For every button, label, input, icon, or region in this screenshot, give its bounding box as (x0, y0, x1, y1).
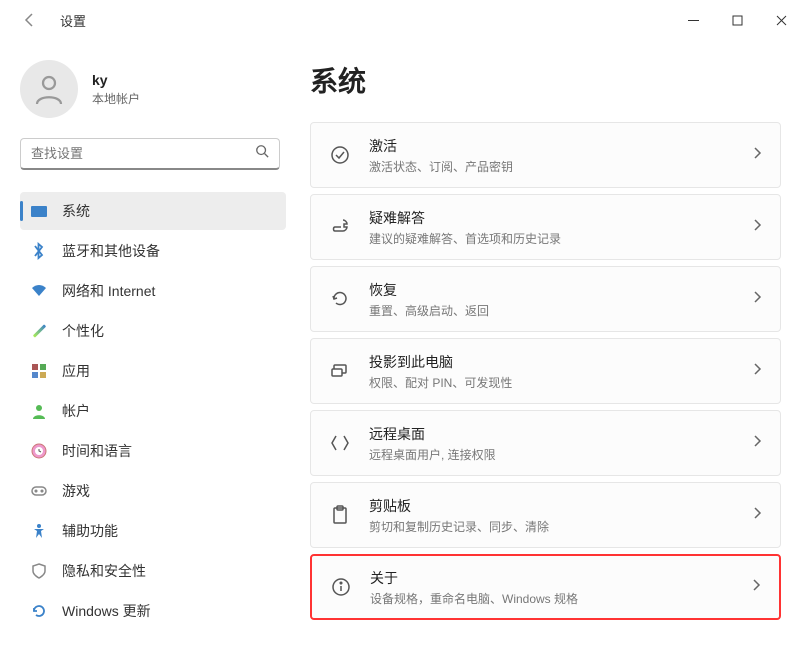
card-title: 恢复 (369, 280, 752, 300)
card-title: 投影到此电脑 (369, 352, 752, 372)
wifi-icon (30, 282, 48, 300)
chevron-right-icon (752, 506, 762, 525)
card-subtitle: 重置、高级启动、返回 (369, 302, 752, 319)
card-title: 剪贴板 (369, 496, 752, 516)
avatar (20, 60, 78, 118)
card-subtitle: 建议的疑难解答、首选项和历史记录 (369, 230, 752, 247)
card-troubleshoot[interactable]: 疑难解答 建议的疑难解答、首选项和历史记录 (310, 194, 781, 260)
back-button[interactable] (20, 10, 40, 30)
bluetooth-icon (30, 242, 48, 260)
sidebar-item-apps[interactable]: 应用 (20, 352, 286, 390)
username: ky (92, 72, 140, 88)
person-icon (30, 402, 48, 420)
controller-icon (30, 482, 48, 500)
sidebar-item-personalization[interactable]: 个性化 (20, 312, 286, 350)
content-area: 系统 激活 激活状态、订阅、产品密钥 疑难解答 建议的疑难解答、首选项和历史记录 (300, 40, 811, 649)
card-subtitle: 远程桌面用户, 连接权限 (369, 446, 752, 463)
chevron-right-icon (751, 578, 761, 597)
accessibility-icon (30, 522, 48, 540)
info-icon (330, 576, 352, 598)
recovery-icon (329, 288, 351, 310)
update-icon (30, 602, 48, 620)
sidebar-item-gaming[interactable]: 游戏 (20, 472, 286, 510)
page-heading: 系统 (310, 60, 781, 100)
sidebar-item-label: 蓝牙和其他设备 (62, 241, 160, 261)
sidebar-item-label: 应用 (62, 361, 90, 381)
card-subtitle: 设备规格，重命名电脑、Windows 规格 (370, 590, 751, 607)
sidebar-item-privacy[interactable]: 隐私和安全性 (20, 552, 286, 590)
paintbrush-icon (30, 322, 48, 340)
remote-icon (329, 432, 351, 454)
profile-section[interactable]: ky 本地帐户 (20, 60, 286, 118)
card-subtitle: 剪切和复制历史记录、同步、清除 (369, 518, 752, 535)
card-title: 关于 (370, 568, 751, 588)
sidebar-item-accessibility[interactable]: 辅助功能 (20, 512, 286, 550)
sidebar-item-network[interactable]: 网络和 Internet (20, 272, 286, 310)
sidebar-item-label: 时间和语言 (62, 441, 132, 461)
card-title: 疑难解答 (369, 208, 752, 228)
system-icon (30, 202, 48, 220)
sidebar-item-label: 系统 (62, 201, 90, 221)
search-icon (255, 144, 269, 163)
card-projecting[interactable]: 投影到此电脑 权限、配对 PIN、可发现性 (310, 338, 781, 404)
chevron-right-icon (752, 434, 762, 453)
sidebar-item-bluetooth[interactable]: 蓝牙和其他设备 (20, 232, 286, 270)
search-field[interactable] (31, 146, 255, 161)
search-input[interactable] (20, 138, 280, 170)
card-subtitle: 激活状态、订阅、产品密钥 (369, 158, 752, 175)
card-activation[interactable]: 激活 激活状态、订阅、产品密钥 (310, 122, 781, 188)
card-about[interactable]: 关于 设备规格，重命名电脑、Windows 规格 (310, 554, 781, 620)
card-title: 远程桌面 (369, 424, 752, 444)
chevron-right-icon (752, 146, 762, 165)
titlebar: 设置 (0, 0, 811, 40)
account-type: 本地帐户 (92, 90, 140, 107)
sidebar: ky 本地帐户 系统 蓝牙和其他设备 (0, 40, 300, 649)
maximize-button[interactable] (715, 5, 759, 35)
project-icon (329, 360, 351, 382)
nav-list: 系统 蓝牙和其他设备 网络和 Internet 个性化 应用 (20, 192, 286, 630)
chevron-right-icon (752, 218, 762, 237)
sidebar-item-label: 个性化 (62, 321, 104, 341)
wrench-icon (329, 216, 351, 238)
card-remote-desktop[interactable]: 远程桌面 远程桌面用户, 连接权限 (310, 410, 781, 476)
card-recovery[interactable]: 恢复 重置、高级启动、返回 (310, 266, 781, 332)
clipboard-icon (329, 504, 351, 526)
app-title: 设置 (60, 11, 86, 30)
chevron-right-icon (752, 362, 762, 381)
clock-icon (30, 442, 48, 460)
sidebar-item-label: 隐私和安全性 (62, 561, 146, 581)
shield-icon (30, 562, 48, 580)
sidebar-item-label: 网络和 Internet (62, 281, 155, 301)
check-circle-icon (329, 144, 351, 166)
chevron-right-icon (752, 290, 762, 309)
minimize-button[interactable] (671, 5, 715, 35)
sidebar-item-system[interactable]: 系统 (20, 192, 286, 230)
sidebar-item-label: 帐户 (62, 401, 90, 421)
sidebar-item-label: 辅助功能 (62, 521, 118, 541)
sidebar-item-time-language[interactable]: 时间和语言 (20, 432, 286, 470)
apps-icon (30, 362, 48, 380)
card-title: 激活 (369, 136, 752, 156)
sidebar-item-label: Windows 更新 (62, 601, 151, 621)
sidebar-item-label: 游戏 (62, 481, 90, 501)
card-clipboard[interactable]: 剪贴板 剪切和复制历史记录、同步、清除 (310, 482, 781, 548)
card-subtitle: 权限、配对 PIN、可发现性 (369, 374, 752, 391)
close-button[interactable] (759, 5, 803, 35)
sidebar-item-accounts[interactable]: 帐户 (20, 392, 286, 430)
sidebar-item-windows-update[interactable]: Windows 更新 (20, 592, 286, 630)
